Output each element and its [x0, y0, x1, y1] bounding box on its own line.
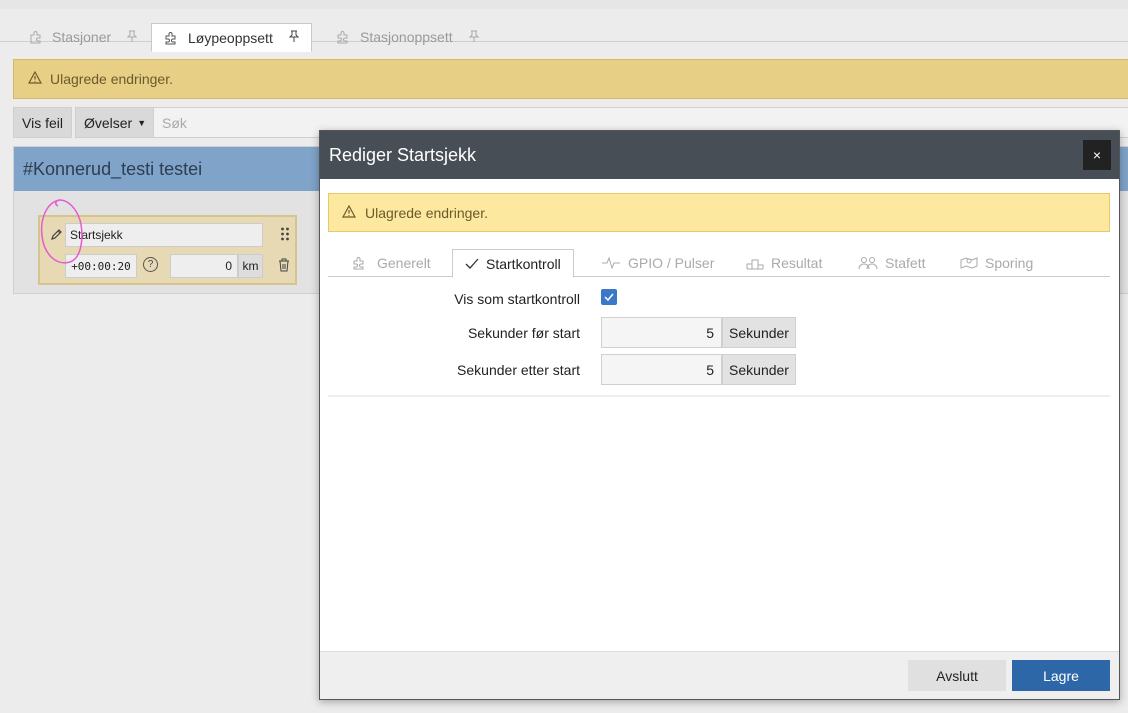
save-button[interactable]: Lagre [1012, 660, 1110, 691]
warning-text: Ulagrede endringer. [50, 71, 173, 87]
map-icon [960, 256, 978, 270]
tab-label: Sporing [985, 255, 1034, 271]
tab-label: Stafett [885, 255, 926, 271]
seconds-after-label: Sekunder etter start [457, 362, 580, 378]
modal-warning-text: Ulagrede endringer. [365, 204, 488, 221]
people-icon [858, 256, 878, 270]
caret-down-icon: ▼ [137, 117, 147, 128]
podium-icon [746, 256, 764, 270]
modal-footer: Avslutt Lagre [320, 651, 1119, 699]
exercises-dropdown[interactable]: Øvelser ▼ [74, 107, 156, 138]
puzzle-icon [352, 256, 370, 270]
tab-label: GPIO / Pulser [628, 255, 715, 271]
tab-label: Startkontroll [486, 255, 561, 272]
tab-sporing[interactable]: Sporing [948, 249, 1045, 277]
seconds-after-input[interactable]: 5 [601, 354, 722, 385]
tab-label: Løypeoppsett [188, 29, 273, 46]
close-button[interactable]: × [1083, 140, 1111, 170]
tab-label: Resultat [771, 255, 823, 271]
help-icon[interactable]: ? [143, 257, 158, 272]
show-as-start-checkbox[interactable] [601, 289, 617, 305]
modal-title: Rediger Startsjekk [329, 144, 477, 165]
puzzle-icon [164, 30, 180, 46]
puzzle-icon [336, 29, 352, 45]
seconds-after-row: Sekunder etter start 5 Sekunder [328, 354, 1110, 386]
station-distance-field[interactable]: 0 [170, 254, 238, 278]
form-divider [328, 395, 1110, 397]
warning-icon [341, 204, 357, 221]
pin-icon[interactable] [288, 30, 300, 45]
trash-icon[interactable] [278, 258, 292, 272]
tab-startkontroll[interactable]: Startkontroll [452, 249, 574, 278]
tab-label: Stasjonoppsett [360, 29, 453, 45]
modal-header: Rediger Startsjekk × [320, 131, 1119, 179]
check-icon [465, 258, 479, 270]
annotation-circle [40, 199, 83, 264]
seconds-before-row: Sekunder før start 5 Sekunder [328, 317, 1110, 349]
distance-unit: km [238, 254, 263, 278]
tab-label: Generelt [377, 255, 431, 271]
modal-tabs: Generelt Startkontroll GPIO / Pulser Res… [328, 249, 1110, 278]
tab-generelt[interactable]: Generelt [340, 249, 443, 277]
seconds-before-unit: Sekunder [722, 317, 796, 348]
edit-station-modal: Rediger Startsjekk × Ulagrede endringer.… [319, 130, 1120, 700]
seconds-after-unit: Sekunder [722, 354, 796, 385]
show-errors-button[interactable]: Vis feil [13, 107, 72, 138]
station-name-field[interactable]: Startsjekk [65, 223, 263, 247]
tab-label: Stasjoner [52, 29, 112, 45]
search-placeholder: Søk [162, 114, 187, 131]
unsaved-warning-banner: Ulagrede endringer. [13, 59, 1128, 99]
puzzle-icon [28, 29, 44, 45]
warning-icon [27, 70, 43, 87]
pulse-icon [601, 256, 621, 270]
tab-stasjonoppsett[interactable]: Stasjonoppsett [324, 23, 491, 51]
toolbar: Vis feil Øvelser ▼ [13, 107, 158, 138]
tab-stasjoner[interactable]: Stasjoner [16, 23, 149, 51]
seconds-before-input[interactable]: 5 [601, 317, 722, 348]
modal-warning-banner: Ulagrede endringer. [328, 193, 1110, 232]
tab-loypeoppsett[interactable]: Løypeoppsett [151, 23, 312, 52]
drag-handle-icon[interactable] [280, 227, 290, 243]
tab-stafett[interactable]: Stafett [846, 249, 937, 277]
show-as-start-label: Vis som startkontroll [454, 291, 580, 307]
pin-icon[interactable] [468, 30, 479, 45]
tab-gpio-pulser[interactable]: GPIO / Pulser [589, 249, 726, 277]
tab-resultat[interactable]: Resultat [734, 249, 834, 277]
pin-icon[interactable] [126, 30, 138, 45]
exercises-label: Øvelser [83, 114, 133, 131]
cancel-button[interactable]: Avslutt [908, 660, 1006, 691]
main-tab-bar: Stasjoner Løypeoppsett Stasjonoppsett [0, 0, 1128, 52]
seconds-before-label: Sekunder før start [467, 325, 580, 341]
